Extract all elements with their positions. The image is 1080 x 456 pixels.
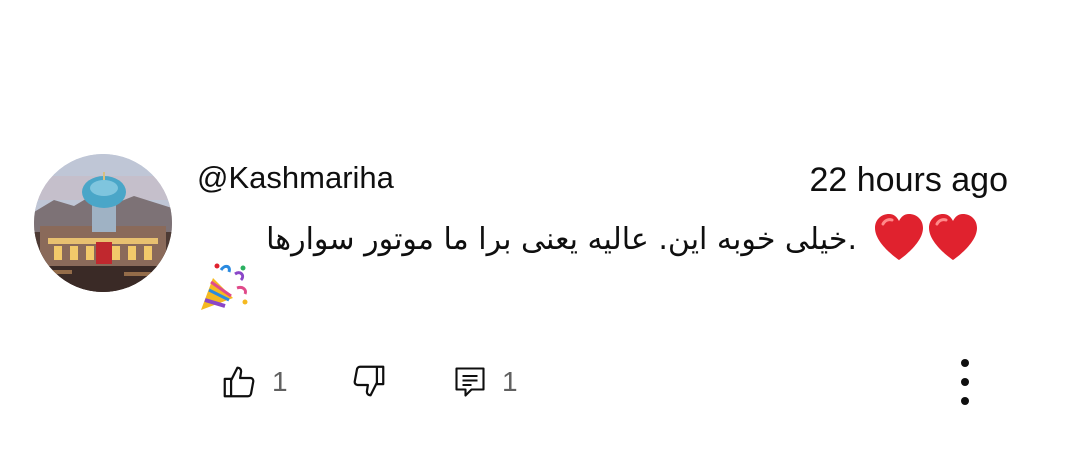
red-heart-icon [929, 214, 977, 260]
red-heart-icon [875, 214, 923, 260]
comment-timestamp: 22 hours ago [809, 161, 1009, 199]
dislike-button[interactable] [350, 362, 388, 400]
comment-author[interactable]: @Kashmariha [197, 159, 394, 197]
comment-item: @Kashmariha 22 hours ago .خیلی خوبه این.… [0, 0, 1080, 456]
like-count: 1 [272, 366, 288, 397]
comment-body: .خیلی خوبه این. عالیه یعنی برا ما موتور … [197, 212, 987, 316]
reply-icon [455, 367, 485, 397]
reply-count: 1 [502, 366, 518, 397]
avatar[interactable] [34, 154, 172, 292]
comment-text: .خیلی خوبه این. عالیه یعنی برا ما موتور … [266, 222, 857, 257]
more-options-button[interactable] [950, 357, 980, 409]
avatar-image [34, 154, 172, 292]
party-popper-icon [201, 263, 248, 310]
comment-actions: 1 1 [0, 355, 1080, 411]
heart-emojis [873, 212, 979, 262]
more-vertical-icon [961, 359, 969, 405]
like-button[interactable]: 1 [220, 362, 288, 402]
thumbs-up-icon [223, 366, 255, 398]
reply-button[interactable]: 1 [452, 362, 518, 402]
thumbs-down-icon [353, 365, 385, 397]
